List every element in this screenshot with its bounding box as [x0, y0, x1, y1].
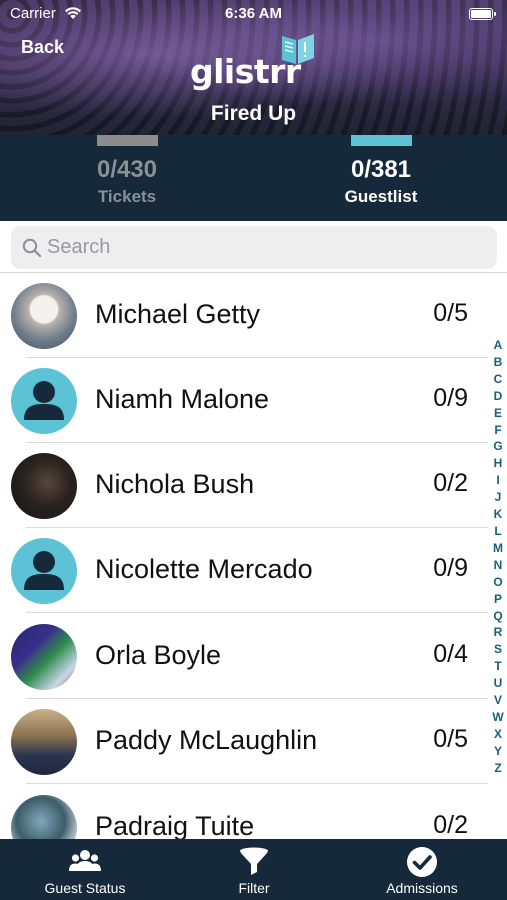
index-letter-l[interactable]: L	[491, 523, 505, 540]
guest-name: Michael Getty	[95, 299, 261, 329]
tickets-label: Tickets	[97, 187, 157, 206]
filter-icon	[240, 847, 268, 875]
guest-row[interactable]: Nichola Bush 0/2	[0, 443, 490, 528]
guest-admitted-count: 0/5	[433, 299, 468, 327]
guest-row[interactable]: Nicolette Mercado 0/9	[0, 528, 490, 613]
search-bar	[0, 221, 507, 273]
row-divider	[26, 783, 488, 784]
guest-avatar-photo	[11, 283, 77, 349]
guest-row[interactable]: Orla Boyle 0/4	[0, 614, 490, 699]
guest-row[interactable]: Michael Getty 0/5	[0, 273, 490, 358]
check-circle-icon	[407, 847, 437, 877]
tab-label: Admissions	[386, 880, 458, 896]
tab-label: Filter	[238, 880, 270, 896]
guest-admitted-count: 0/2	[433, 811, 468, 839]
guest-row[interactable]: Niamh Malone 0/9	[0, 358, 490, 443]
index-letter-b[interactable]: B	[491, 354, 505, 371]
header-banner: Carrier 6:36 AM Back glistrr Fired Up	[0, 0, 507, 135]
tab-admissions[interactable]: Admissions	[347, 839, 497, 900]
tab-label: Guest Status	[44, 880, 126, 896]
search-icon	[22, 238, 42, 258]
guest-admitted-count: 0/2	[433, 469, 468, 497]
guest-avatar-photo	[11, 709, 77, 775]
index-letter-y[interactable]: Y	[491, 743, 505, 760]
guest-name: Nichola Bush	[95, 469, 255, 499]
index-letter-r[interactable]: R	[491, 624, 505, 641]
index-letter-k[interactable]: K	[491, 506, 505, 523]
guest-row[interactable]: Paddy McLaughlin 0/5	[0, 699, 490, 784]
search-input[interactable]	[47, 226, 477, 269]
guest-avatar-photo	[11, 453, 77, 519]
guest-admitted-count: 0/4	[433, 640, 468, 668]
event-title: Fired Up	[210, 102, 297, 125]
default-person-icon	[11, 368, 77, 434]
index-letter-p[interactable]: P	[491, 591, 505, 608]
guest-avatar-photo	[11, 795, 77, 839]
guest-admitted-count: 0/5	[433, 725, 468, 753]
default-person-icon	[11, 538, 77, 604]
index-letter-q[interactable]: Q	[491, 608, 505, 625]
tickets-indicator-bar	[96, 135, 158, 146]
guestlist-count: 0/381	[350, 156, 412, 183]
index-letter-f[interactable]: F	[491, 422, 505, 439]
index-letter-z[interactable]: Z	[491, 760, 505, 777]
tickets-counter-tab[interactable]: 0/430 Tickets	[27, 135, 227, 207]
guest-name: Paddy McLaughlin	[95, 725, 318, 755]
guest-name: Padraig Tuite	[95, 811, 255, 839]
bottom-tab-bar: Guest Status Filter Admissions	[0, 839, 507, 900]
index-letter-v[interactable]: V	[491, 692, 505, 709]
status-time: 6:36 AM	[225, 5, 282, 22]
tab-filter[interactable]: Filter	[179, 839, 329, 900]
guest-avatar-photo	[11, 624, 77, 690]
guest-row[interactable]: Padraig Tuite 0/2	[0, 785, 490, 839]
book-logo-icon	[282, 34, 314, 64]
guest-name: Niamh Malone	[95, 384, 270, 414]
guest-name: Orla Boyle	[95, 640, 222, 670]
guest-name: Nicolette Mercado	[95, 554, 313, 584]
tickets-count: 0/430	[96, 156, 158, 183]
index-letter-c[interactable]: C	[491, 371, 505, 388]
index-letter-d[interactable]: D	[491, 388, 505, 405]
index-letter-g[interactable]: G	[491, 438, 505, 455]
battery-icon	[469, 8, 496, 20]
index-letter-w[interactable]: W	[491, 709, 505, 726]
users-icon	[69, 850, 101, 871]
glistrr-logo: glistrr	[190, 30, 320, 91]
alphabet-index[interactable]: A B C D E F G H I J K L M N O P Q R S T …	[491, 337, 505, 777]
index-letter-u[interactable]: U	[491, 675, 505, 692]
index-letter-j[interactable]: J	[491, 489, 505, 506]
index-letter-x[interactable]: X	[491, 726, 505, 743]
index-letter-n[interactable]: N	[491, 557, 505, 574]
index-letter-i[interactable]: I	[491, 472, 505, 489]
index-letter-s[interactable]: S	[491, 641, 505, 658]
tab-guest-status[interactable]: Guest Status	[10, 839, 160, 900]
back-button[interactable]: Back	[21, 37, 64, 58]
guest-admitted-count: 0/9	[433, 554, 468, 582]
counters-strip: 0/430 Tickets 0/381 Guestlist	[0, 135, 507, 221]
guestlist-indicator-bar	[350, 135, 412, 146]
guestlist-counter-tab[interactable]: 0/381 Guestlist	[281, 135, 481, 207]
index-letter-m[interactable]: M	[491, 540, 505, 557]
index-letter-h[interactable]: H	[491, 455, 505, 472]
status-bar: Carrier 6:36 AM	[0, 0, 507, 28]
guestlist-label: Guestlist	[344, 187, 418, 206]
row-divider	[26, 612, 488, 613]
guest-list: Michael Getty 0/5 Niamh Malone 0/9 Nicho…	[0, 273, 507, 839]
index-letter-e[interactable]: E	[491, 405, 505, 422]
guest-admitted-count: 0/9	[433, 384, 468, 412]
index-letter-o[interactable]: O	[491, 574, 505, 591]
index-letter-a[interactable]: A	[491, 337, 505, 354]
search-box[interactable]	[11, 226, 497, 269]
index-letter-t[interactable]: T	[491, 658, 505, 675]
